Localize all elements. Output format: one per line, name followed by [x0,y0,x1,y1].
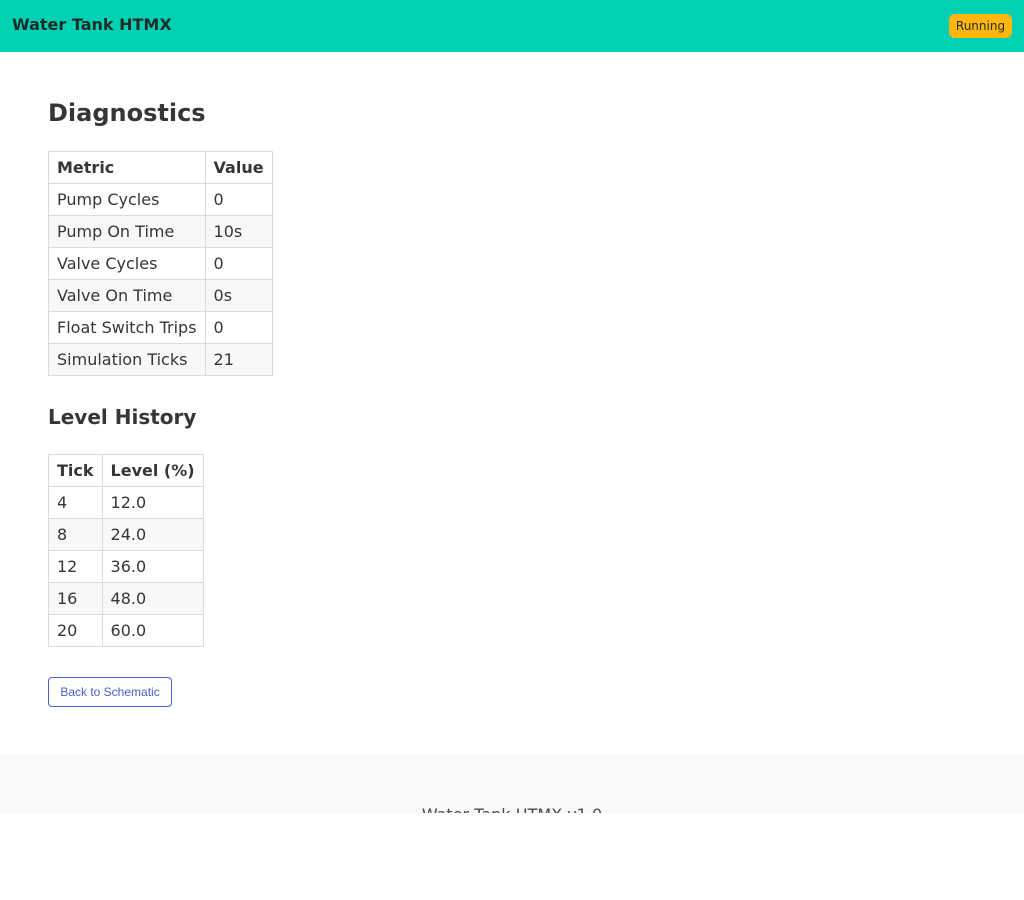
table-row: 20 60.0 [48,614,204,647]
table-row: 8 24.0 [48,518,204,551]
navbar: Water Tank HTMX Running [0,0,1024,52]
table-row: Simulation Ticks 21 [48,343,273,376]
metric-cell: Float Switch Trips [48,311,206,344]
table-row: Pump Cycles 0 [48,183,273,216]
status-badge: Running [949,14,1012,38]
table-row: 12 36.0 [48,550,204,583]
footer-text: Water Tank HTMX v1.0 [0,805,1024,813]
table-row: 16 48.0 [48,582,204,615]
metric-cell: Valve Cycles [48,247,206,280]
tick-cell: 20 [48,614,103,647]
table-header-row: Metric Value [48,151,273,184]
table-row: 4 12.0 [48,486,204,519]
footer: Water Tank HTMX v1.0 [0,755,1024,813]
table-row: Float Switch Trips 0 [48,311,273,344]
table-row: Valve Cycles 0 [48,247,273,280]
level-history-table: Tick Level (%) 4 12.0 8 24.0 12 36.0 16 … [48,454,204,647]
value-cell: 0 [204,183,273,216]
table-header-row: Tick Level (%) [48,454,204,487]
level-cell: 48.0 [101,582,204,615]
metric-cell: Simulation Ticks [48,343,206,376]
table-row: Valve On Time 0s [48,279,273,312]
metric-cell: Valve On Time [48,279,206,312]
back-to-schematic-button[interactable]: Back to Schematic [48,677,172,707]
column-header-tick: Tick [48,454,103,487]
level-cell: 60.0 [101,614,204,647]
value-cell: 0 [204,247,273,280]
metric-cell: Pump Cycles [48,183,206,216]
tick-cell: 16 [48,582,103,615]
level-cell: 12.0 [101,486,204,519]
level-cell: 36.0 [101,550,204,583]
tick-cell: 12 [48,550,103,583]
value-cell: 0s [204,279,273,312]
column-header-level: Level (%) [101,454,204,487]
tick-cell: 8 [48,518,103,551]
level-cell: 24.0 [101,518,204,551]
value-cell: 10s [204,215,273,248]
value-cell: 0 [204,311,273,344]
app-title[interactable]: Water Tank HTMX [12,15,172,34]
tick-cell: 4 [48,486,103,519]
table-row: Pump On Time 10s [48,215,273,248]
column-header-value: Value [204,151,273,184]
metric-cell: Pump On Time [48,215,206,248]
page-title: Diagnostics [48,99,206,127]
value-cell: 21 [204,343,273,376]
diagnostics-table: Metric Value Pump Cycles 0 Pump On Time … [48,151,273,376]
column-header-metric: Metric [48,151,206,184]
section-title-level-history: Level History [48,405,197,429]
